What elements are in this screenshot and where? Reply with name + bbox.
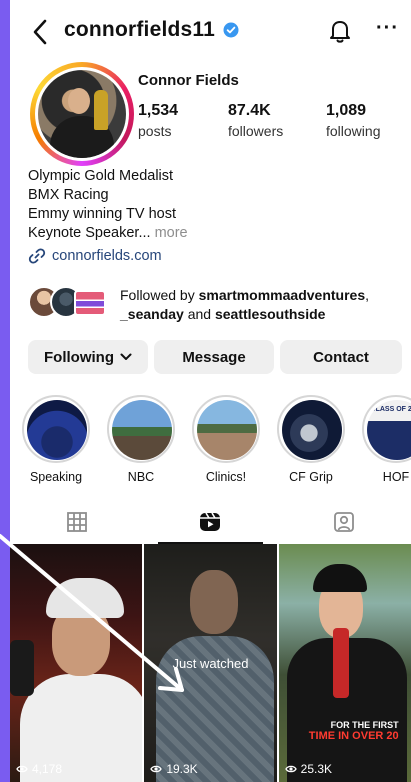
stat-value: 1,534 xyxy=(138,102,179,119)
highlight-thumbnail: CLASS OF 2023 xyxy=(367,400,411,460)
bio-more-link[interactable]: more xyxy=(155,225,188,241)
tab-posts-grid[interactable] xyxy=(10,500,144,544)
reels-icon xyxy=(200,512,221,531)
mutual-follower-name: smartmommaadventures xyxy=(198,287,366,303)
tab-reels[interactable] xyxy=(144,500,278,544)
top-bar: connorfields11 ··· xyxy=(10,14,411,50)
highlight-thumbnail xyxy=(197,400,257,460)
tagged-user-icon xyxy=(334,512,354,532)
username-row: connorfields11 xyxy=(64,18,239,42)
highlight-thumbnail xyxy=(282,400,342,460)
chevron-down-icon xyxy=(120,353,132,360)
grid-icon xyxy=(66,512,87,532)
contact-button[interactable]: Contact xyxy=(280,340,402,374)
reel-thumbnail[interactable]: FOR THE FIRST TIME IN OVER 20 25.3K xyxy=(278,544,411,782)
notifications-bell-icon[interactable] xyxy=(328,18,352,44)
back-arrow-icon[interactable] xyxy=(30,18,52,46)
followed-by-text[interactable]: Followed by smartmommaadventures, _seand… xyxy=(120,286,406,324)
stat-posts[interactable]: 1,534 posts xyxy=(138,102,228,139)
stat-label: posts xyxy=(138,123,172,139)
profile-content-tabs xyxy=(10,500,411,544)
reel-view-count: 25.3K xyxy=(284,762,333,776)
link-icon xyxy=(28,248,46,264)
bio-line: BMX Racing xyxy=(28,187,109,203)
story-highlights: Speaking NBC Clinics! CF Grip CLASS OF 2… xyxy=(20,395,411,484)
bio-line: Keynote Speaker... xyxy=(28,225,151,241)
mutual-followers-avatars[interactable] xyxy=(28,286,118,322)
highlight-label: NBC xyxy=(127,470,155,484)
profile-username: connorfields11 xyxy=(64,18,216,41)
avatar xyxy=(38,70,126,158)
view-count-text: 19.3K xyxy=(166,762,198,776)
profile-avatar-story-ring[interactable] xyxy=(30,62,134,166)
separator: , xyxy=(365,287,369,303)
profile-action-buttons: Following Message Contact xyxy=(28,340,402,374)
stat-value: 87.4K xyxy=(228,102,271,119)
highlight-thumbnail xyxy=(112,400,172,460)
instagram-profile-screen: connorfields11 ··· Connor Fields 1,534 p… xyxy=(10,0,411,782)
caption-line: TIME IN OVER 20 xyxy=(308,730,399,742)
reel-thumbnail[interactable]: 4,178 xyxy=(10,544,143,782)
mutual-follower-name: seattlesouthside xyxy=(214,306,326,322)
profile-bio: Olympic Gold Medalist BMX Racing Emmy wi… xyxy=(28,167,188,243)
highlight-label: HOF xyxy=(382,470,410,484)
profile-website-link[interactable]: connorfields.com xyxy=(28,247,162,265)
website-url: connorfields.com xyxy=(52,248,162,264)
highlight-label: Clinics! xyxy=(205,470,247,484)
highlight-thumbnail xyxy=(27,400,87,460)
avatar xyxy=(74,290,106,316)
reel-view-count: 4,178 xyxy=(16,762,62,776)
highlight-speaking[interactable]: Speaking xyxy=(20,395,92,484)
reel-caption-overlay: FOR THE FIRST TIME IN OVER 20 xyxy=(289,720,399,742)
bio-line: Olympic Gold Medalist xyxy=(28,168,174,184)
play-views-icon xyxy=(150,765,163,773)
stat-followers[interactable]: 87.4K followers xyxy=(228,102,318,139)
verified-badge-icon xyxy=(223,22,239,38)
highlight-nbc[interactable]: NBC xyxy=(105,395,177,484)
play-views-icon xyxy=(16,765,28,773)
bio-line: Emmy winning TV host xyxy=(28,206,177,222)
reel-thumbnail[interactable]: Just watched 19.3K xyxy=(144,544,277,782)
tab-tagged[interactable] xyxy=(277,500,411,544)
highlight-clinics[interactable]: Clinics! xyxy=(190,395,262,484)
play-views-icon xyxy=(284,765,297,773)
view-count-text: 4,178 xyxy=(32,762,63,776)
just-watched-label: Just watched xyxy=(172,656,249,671)
highlight-label: Speaking xyxy=(29,470,83,484)
more-options-icon[interactable]: ··· xyxy=(376,18,398,38)
highlight-cf-grip[interactable]: CF Grip xyxy=(275,395,347,484)
following-button-label: Following xyxy=(44,348,114,366)
highlight-label: CF Grip xyxy=(289,470,333,484)
view-count-text: 25.3K xyxy=(300,762,333,776)
profile-stats: 1,534 posts 87.4K followers 1,089 follow… xyxy=(138,102,411,139)
following-button[interactable]: Following xyxy=(28,340,148,374)
stat-label: following xyxy=(326,123,381,139)
caption-line: FOR THE FIRST xyxy=(330,720,399,730)
followed-by-prefix: Followed by xyxy=(120,287,199,303)
stat-value: 1,089 xyxy=(326,102,367,119)
conjunction: and xyxy=(183,306,215,322)
reels-grid: 4,178 Just watched 19.3K FOR THE FIRST T… xyxy=(10,544,411,782)
message-button[interactable]: Message xyxy=(154,340,274,374)
profile-full-name: Connor Fields xyxy=(138,72,239,89)
stat-following[interactable]: 1,089 following xyxy=(326,102,411,139)
highlight-hof[interactable]: CLASS OF 2023 HOF xyxy=(360,395,411,484)
mutual-follower-name: _seanday xyxy=(120,306,184,322)
stat-label: followers xyxy=(228,123,284,139)
reel-view-count: 19.3K xyxy=(150,762,198,776)
